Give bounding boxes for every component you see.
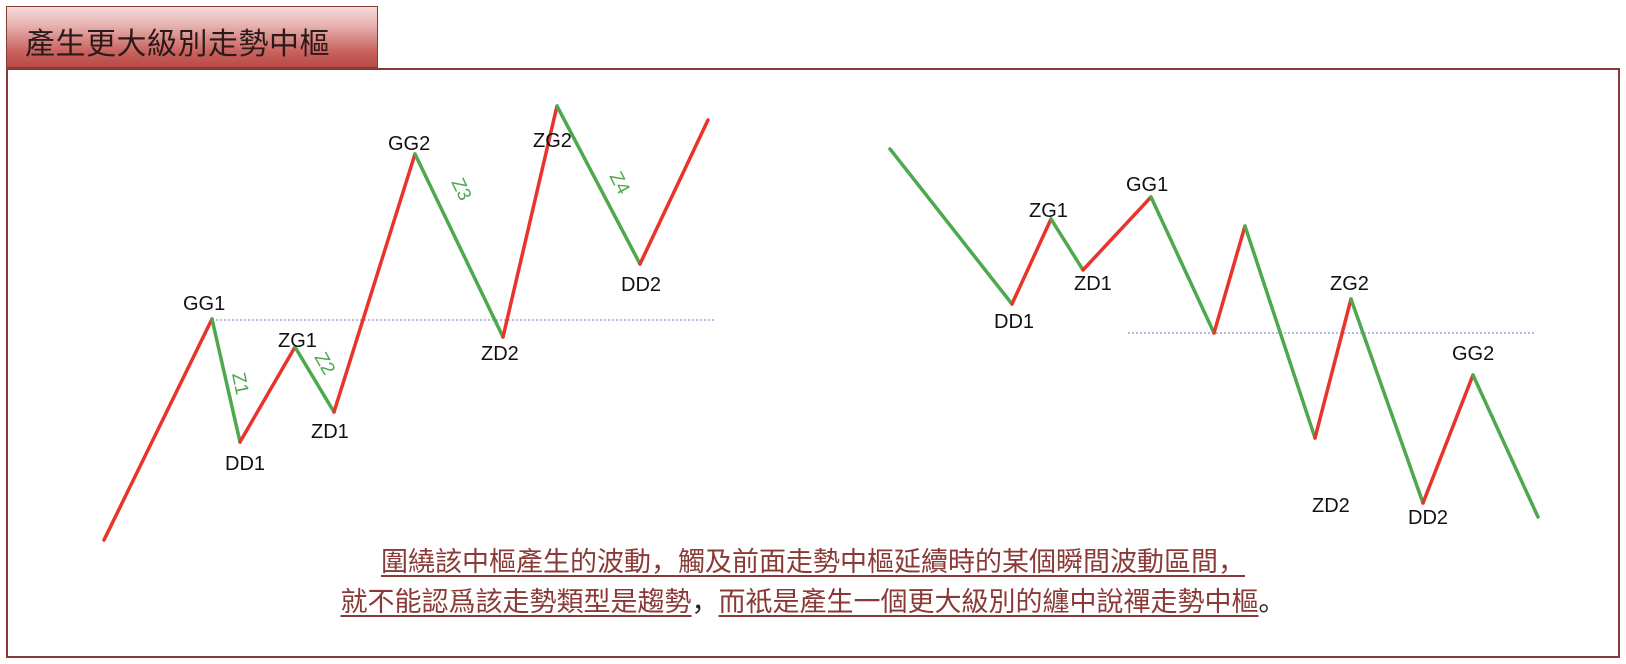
right-segment-up: [1010, 217, 1053, 306]
label-r-zd2: ZD2: [1312, 495, 1350, 517]
label-zg1: ZG1: [278, 330, 317, 352]
label-r-zg1: ZG1: [1029, 200, 1068, 222]
right-segment-down: [1349, 297, 1425, 505]
right-segment-up: [1212, 224, 1247, 335]
segment-label-z3: Z3: [447, 175, 476, 204]
label-dd1: DD1: [225, 453, 265, 475]
label-r-zg2: ZG2: [1330, 273, 1369, 295]
left-diagram: GG1 DD1 ZG1 ZD1 GG2 ZD2 ZG2 DD2 Z1 Z2 Z3…: [102, 104, 715, 542]
right-segment-down: [1149, 195, 1216, 335]
label-r-zd1: ZD1: [1074, 273, 1112, 295]
right-segment-up: [1421, 373, 1475, 505]
right-segment-down: [1243, 224, 1317, 440]
right-segment-up: [1313, 297, 1353, 440]
right-diagram: DD1 ZG1 ZD1 GG1 ZG2 ZD2 DD2 GG2: [888, 147, 1540, 529]
label-zd1: ZD1: [311, 421, 349, 443]
label-r-gg1: GG1: [1126, 174, 1168, 196]
label-r-gg2: GG2: [1452, 343, 1494, 365]
right-segment-up: [1081, 195, 1153, 272]
left-segment-up: [238, 345, 297, 444]
left-segment-up: [102, 317, 214, 542]
left-segment-up: [332, 152, 417, 414]
label-gg2: GG2: [388, 133, 430, 155]
caption-line-2-part-2: 而衹是產生一個更大級別的纏中說禪走勢中樞: [718, 587, 1259, 618]
segment-label-z1: Z1: [227, 371, 252, 397]
segment-label-z4: Z4: [605, 168, 634, 198]
label-zg2: ZG2: [533, 130, 572, 152]
label-r-dd2: DD2: [1408, 507, 1448, 529]
label-r-dd1: DD1: [994, 311, 1034, 333]
caption-line-1-text: 圍繞該中樞產生的波動，觸及前面走勢中樞延續時的某個瞬間波動區間，: [381, 547, 1245, 578]
caption-line-2: 就不能認爲該走勢類型是趨勢，而衹是產生一個更大級別的纏中說禪走勢中樞。: [0, 580, 1626, 619]
segment-label-z2: Z2: [310, 349, 339, 379]
label-dd2: DD2: [621, 274, 661, 296]
caption-line-2-part-1: 就不能認爲該走勢類型是趨勢: [340, 587, 692, 618]
label-gg1: GG1: [183, 293, 225, 315]
left-segment-up: [638, 118, 710, 266]
caption-line-1: 圍繞該中樞產生的波動，觸及前面走勢中樞延續時的某個瞬間波動區間，: [0, 540, 1626, 579]
right-segment-down: [1471, 373, 1540, 519]
right-segment-down: [1049, 217, 1085, 272]
caption-line-2-separator: ，: [691, 587, 719, 618]
label-zd2: ZD2: [481, 343, 519, 365]
right-segment-down: [888, 147, 1014, 306]
caption-line-2-end: 。: [1258, 587, 1286, 618]
